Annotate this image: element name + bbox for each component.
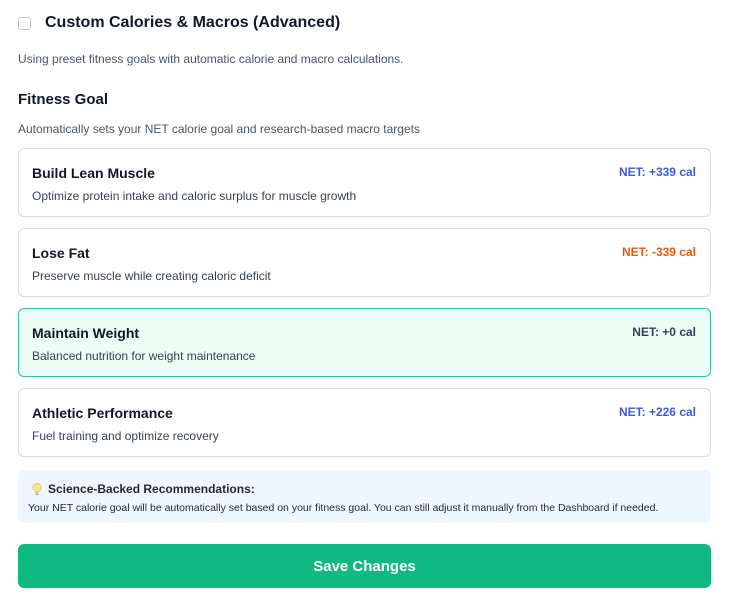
preset-note: Using preset fitness goals with automati…	[18, 52, 404, 66]
custom-macros-checkbox[interactable]	[18, 16, 31, 30]
goal-option-lose-fat[interactable]: Lose Fat Preserve muscle while creating …	[18, 228, 711, 297]
goal-name: Lose Fat	[32, 245, 90, 261]
fitness-goal-list: Build Lean Muscle Optimize protein intak…	[18, 148, 711, 468]
goal-name: Athletic Performance	[32, 405, 173, 421]
custom-macros-toggle[interactable]: Custom Calories & Macros (Advanced)	[18, 14, 340, 32]
goal-description: Preserve muscle while creating caloric d…	[32, 269, 271, 283]
goal-option-build-lean-muscle[interactable]: Build Lean Muscle Optimize protein intak…	[18, 148, 711, 217]
goal-net-calories: NET: +226 cal	[618, 405, 696, 419]
goal-net-calories: NET: +0 cal	[632, 325, 696, 339]
fitness-goal-subtitle: Automatically sets your NET calorie goal…	[18, 122, 420, 136]
goal-description: Fuel training and optimize recovery	[32, 429, 219, 443]
goal-option-athletic-performance[interactable]: Athletic Performance Fuel training and o…	[18, 388, 711, 457]
goal-net-calories: NET: -339 cal	[621, 245, 696, 259]
science-info-box: Science-Backed Recommendations: Your NET…	[18, 470, 711, 523]
info-header: Science-Backed Recommendations:	[30, 482, 255, 496]
fitness-goal-title: Fitness Goal	[18, 91, 109, 108]
custom-macros-label[interactable]: Custom Calories & Macros (Advanced)	[45, 14, 340, 32]
goal-name: Build Lean Muscle	[32, 165, 155, 181]
info-title: Science-Backed Recommendations:	[48, 482, 255, 496]
goal-description: Optimize protein intake and caloric surp…	[32, 189, 357, 203]
goal-name: Maintain Weight	[32, 325, 140, 341]
goal-net-calories: NET: +339 cal	[618, 165, 696, 179]
goal-option-maintain-weight[interactable]: Maintain Weight Balanced nutrition for w…	[18, 308, 711, 377]
goal-description: Balanced nutrition for weight maintenanc…	[32, 349, 256, 363]
save-changes-button[interactable]: Save Changes	[18, 544, 711, 588]
lightbulb-icon	[30, 482, 44, 496]
info-body: Your NET calorie goal will be automatica…	[28, 502, 659, 514]
